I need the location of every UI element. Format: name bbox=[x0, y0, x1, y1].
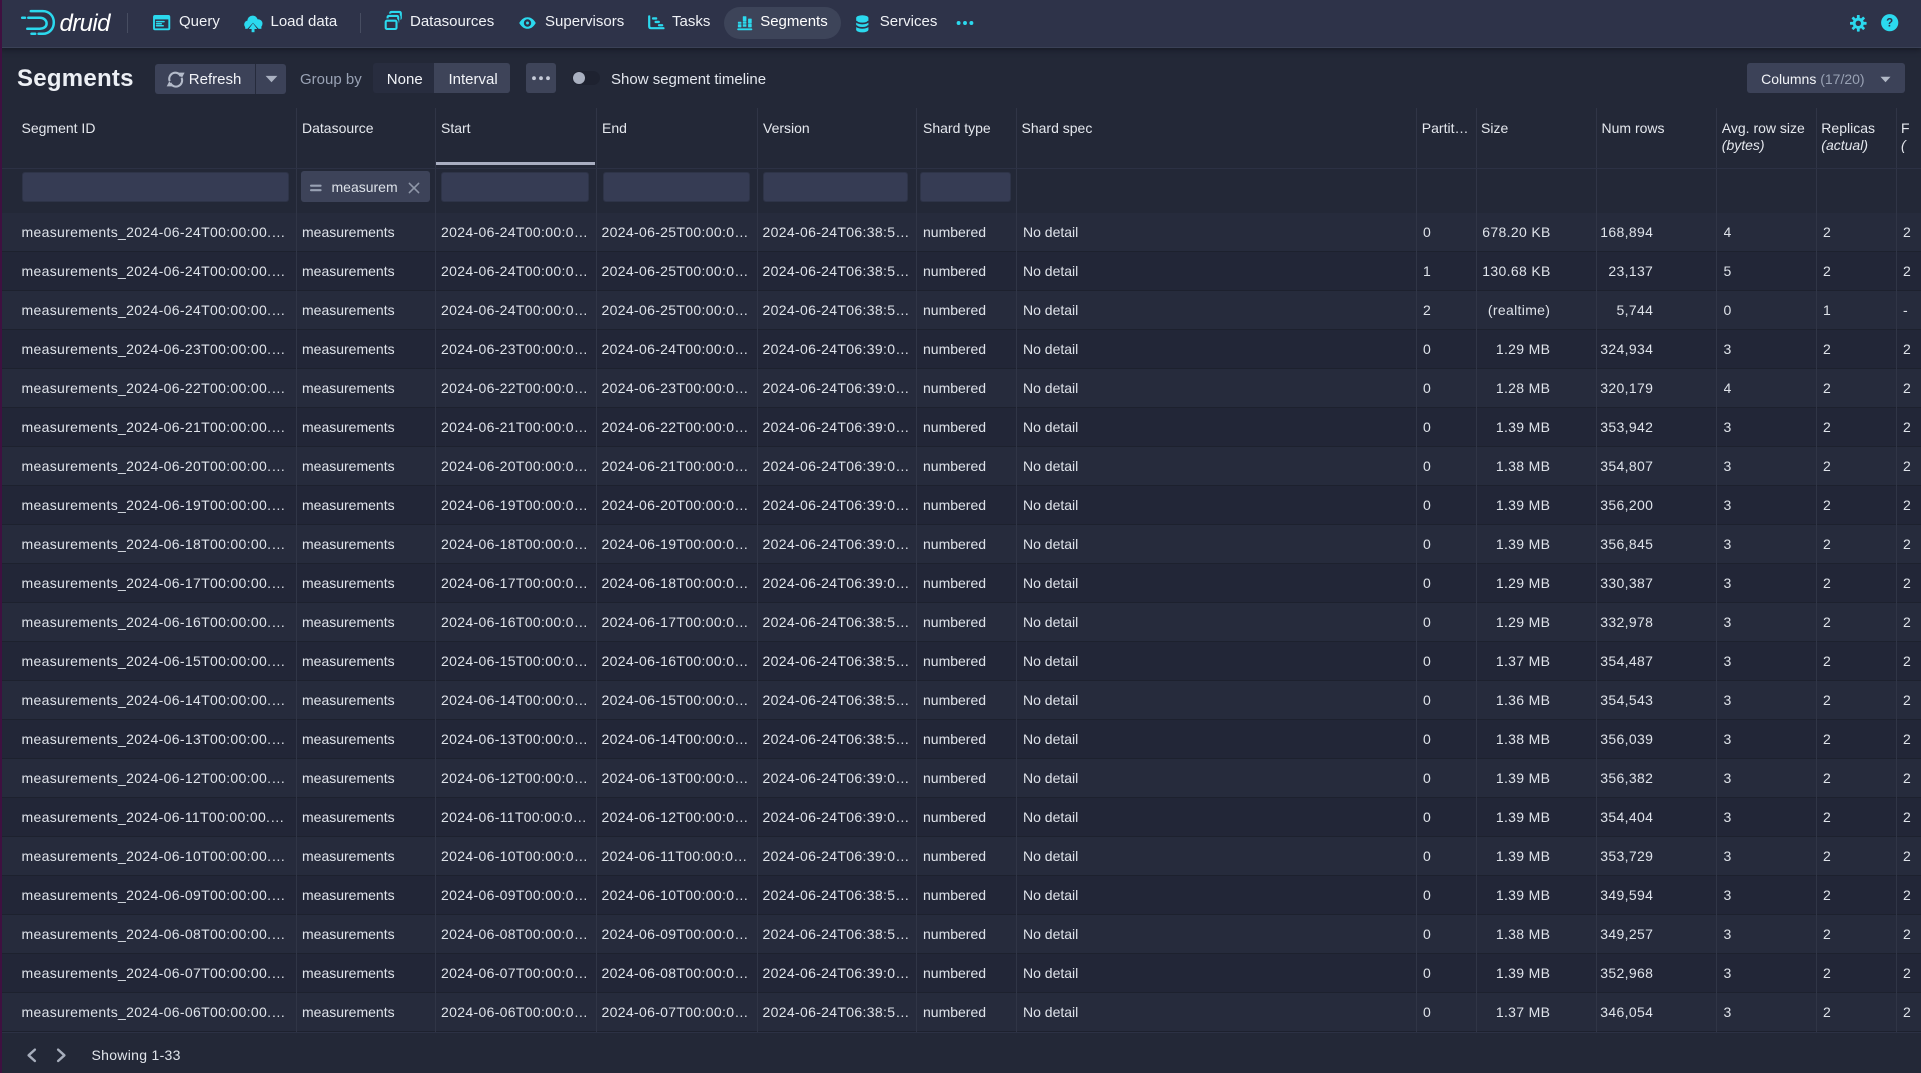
svg-text:?: ? bbox=[1886, 18, 1893, 30]
